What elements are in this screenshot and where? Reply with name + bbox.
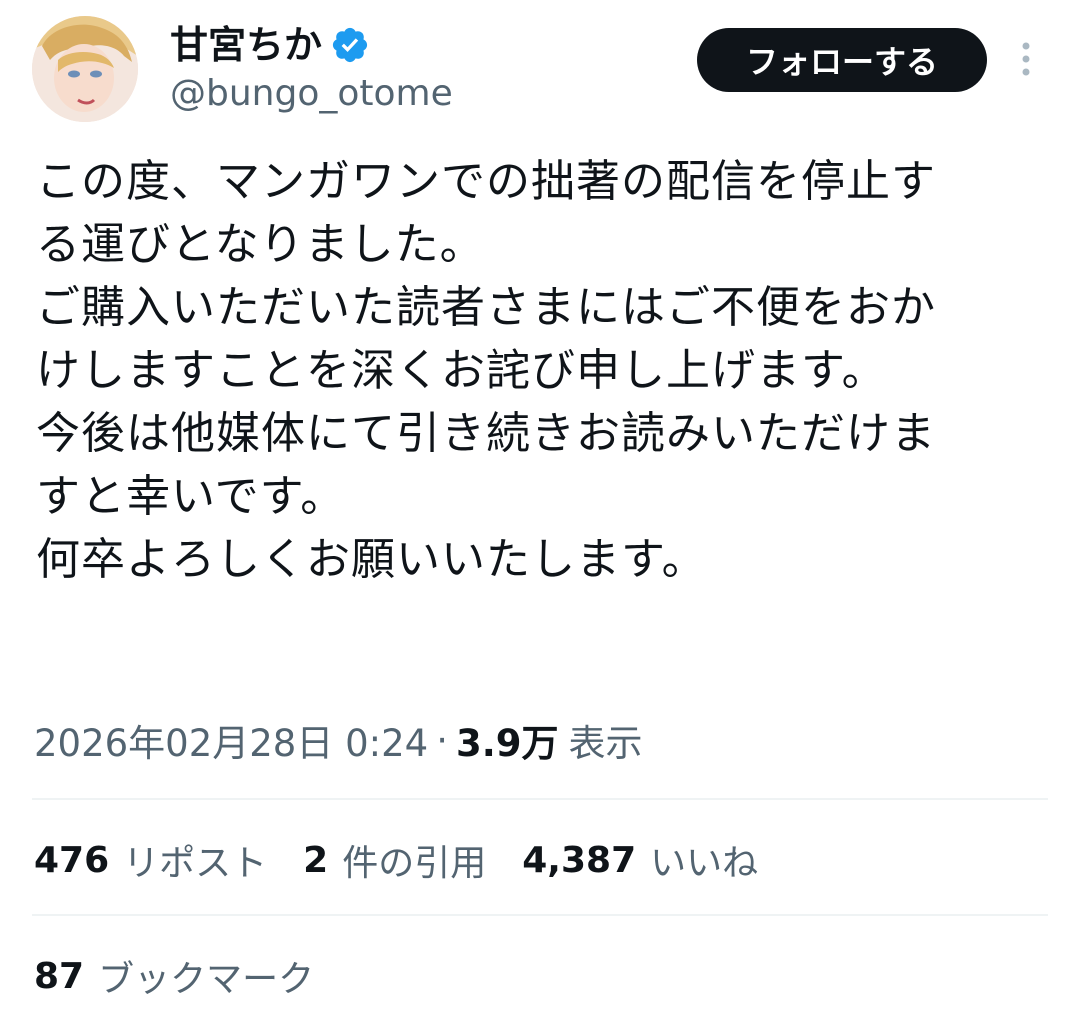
tweet-meta: 2026年02月28日 0:24 · 3.9万 表示 bbox=[34, 712, 643, 768]
reposts-label: リポスト bbox=[123, 843, 268, 884]
bookmarks-stat[interactable]: 87 ブックマーク bbox=[34, 948, 314, 1004]
tweet-text-line: ご購入いただいた読者さまにはご不便をおか bbox=[36, 282, 936, 333]
avatar-illustration bbox=[32, 16, 138, 122]
tweet-text-line: けしますことを深くお詫び申し上げます。 bbox=[36, 345, 887, 396]
tweet-text-line: 何卒よろしくお願いいたします。 bbox=[36, 534, 707, 585]
likes-count: 4,387 bbox=[522, 839, 637, 881]
meta-separator: · bbox=[436, 718, 448, 762]
quotes-count: 2 bbox=[303, 839, 329, 881]
reposts-stat[interactable]: 476 リポスト bbox=[34, 834, 267, 886]
views-label: 表示 bbox=[568, 722, 643, 765]
follow-button[interactable]: フォローする bbox=[697, 28, 987, 92]
quotes-stat[interactable]: 2 件の引用 bbox=[303, 834, 486, 886]
tweet-text-line: この度、マンガワンでの拙著の配信を停止す bbox=[36, 156, 936, 207]
quotes-label: 件の引用 bbox=[342, 843, 487, 884]
bookmarks-count: 87 bbox=[34, 955, 85, 997]
author-handle[interactable]: @bungo_otome bbox=[170, 70, 453, 118]
author-avatar[interactable] bbox=[32, 16, 138, 122]
reposts-count: 476 bbox=[34, 839, 110, 881]
author-name-row: 甘宮ちか bbox=[170, 18, 370, 72]
views-count[interactable]: 3.9万 bbox=[456, 713, 559, 767]
verified-badge-icon bbox=[330, 25, 370, 65]
tweet-text-line: 今後は他媒体にて引き続きお読みいただけま bbox=[36, 408, 936, 459]
tweet-timestamp[interactable]: 2026年02月28日 0:24 bbox=[34, 713, 428, 767]
divider bbox=[32, 914, 1048, 916]
likes-stat[interactable]: 4,387 いいね bbox=[522, 834, 758, 886]
divider bbox=[32, 798, 1048, 800]
bookmarks-label: ブックマーク bbox=[98, 959, 315, 1000]
engagement-stats: 476 リポスト 2 件の引用 4,387 いいね bbox=[34, 832, 794, 888]
more-vertical-icon[interactable] bbox=[1010, 36, 1042, 84]
tweet-text-line: すと幸いです。 bbox=[36, 471, 346, 522]
tweet-text: この度、マンガワンでの拙著の配信を停止す る運びとなりました。 ご購入いただいた… bbox=[36, 150, 1046, 591]
likes-label: いいね bbox=[650, 843, 759, 884]
author-display-name[interactable]: 甘宮ちか bbox=[170, 18, 322, 72]
tweet-detail: 甘宮ちか @bungo_otome フォローする この度、マンガワンでの拙著の配… bbox=[0, 0, 1080, 1011]
tweet-text-line: る運びとなりました。 bbox=[36, 219, 485, 270]
